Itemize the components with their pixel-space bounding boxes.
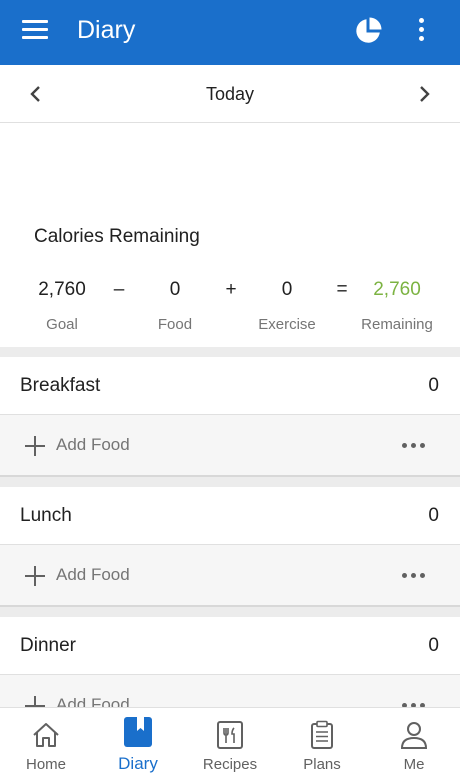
calories-summary: Calories Remaining 2,760 Goal – 0 Food +… bbox=[0, 123, 460, 347]
calories-remaining-heading: Calories Remaining bbox=[34, 226, 200, 247]
nav-label: Home bbox=[25, 756, 66, 773]
recipes-icon bbox=[217, 721, 243, 749]
bottom-navigation: Home Diary Recipes Plans Me bbox=[0, 707, 460, 781]
nav-label: Recipes bbox=[202, 756, 258, 773]
more-horiz-icon[interactable] bbox=[402, 443, 426, 449]
app-bar: Diary bbox=[0, 0, 460, 65]
meal-name: Breakfast bbox=[20, 375, 101, 396]
meal-name: Dinner bbox=[20, 635, 76, 656]
add-food-label: Add Food bbox=[56, 565, 130, 584]
nav-tab-plans[interactable]: Plans bbox=[276, 708, 368, 781]
nav-label: Plans bbox=[303, 756, 341, 773]
more-horiz-icon[interactable] bbox=[402, 573, 426, 579]
nav-tab-me[interactable]: Me bbox=[368, 708, 460, 781]
plus-icon bbox=[25, 436, 45, 456]
current-date[interactable]: Today bbox=[0, 84, 460, 105]
remaining-label: Remaining bbox=[361, 316, 433, 333]
add-food-button[interactable]: Add Food bbox=[0, 415, 460, 477]
plans-icon bbox=[311, 720, 333, 749]
meal-calories: 0 bbox=[428, 375, 439, 396]
add-food-button[interactable]: Add Food bbox=[0, 675, 460, 707]
more-vert-icon[interactable] bbox=[410, 18, 434, 44]
remaining-value: 2,760 bbox=[373, 279, 421, 300]
add-food-button[interactable]: Add Food bbox=[0, 545, 460, 607]
home-icon bbox=[33, 723, 59, 747]
menu-icon[interactable] bbox=[22, 20, 48, 40]
nav-tab-home[interactable]: Home bbox=[0, 708, 92, 781]
meal-header[interactable]: Breakfast 0 bbox=[0, 357, 460, 415]
meal-section-breakfast: Breakfast 0 Add Food bbox=[0, 357, 460, 477]
meal-calories: 0 bbox=[428, 635, 439, 656]
meal-section-lunch: Lunch 0 Add Food bbox=[0, 487, 460, 607]
person-icon bbox=[400, 722, 428, 749]
meal-calories: 0 bbox=[428, 505, 439, 526]
meal-section-dinner: Dinner 0 Add Food bbox=[0, 617, 460, 707]
exercise-value: 0 bbox=[281, 279, 293, 300]
add-food-label: Add Food bbox=[56, 695, 130, 707]
date-navigator: Today bbox=[0, 65, 460, 123]
pie-chart-icon[interactable] bbox=[354, 17, 382, 45]
exercise-label: Exercise bbox=[258, 316, 316, 333]
plus-icon bbox=[25, 696, 45, 707]
page-title: Diary bbox=[77, 16, 136, 44]
add-food-label: Add Food bbox=[56, 435, 130, 454]
diary-icon bbox=[124, 717, 152, 747]
chevron-right-icon[interactable] bbox=[412, 82, 436, 106]
food-label: Food bbox=[157, 316, 193, 333]
plus-icon bbox=[25, 566, 45, 586]
meal-header[interactable]: Lunch 0 bbox=[0, 487, 460, 545]
nav-tab-diary[interactable]: Diary bbox=[92, 708, 184, 781]
nav-label: Me bbox=[403, 756, 425, 773]
nav-tab-recipes[interactable]: Recipes bbox=[184, 708, 276, 781]
food-value: 0 bbox=[169, 279, 181, 300]
goal-label: Goal bbox=[46, 316, 78, 333]
nav-label: Diary bbox=[118, 754, 158, 773]
meal-header[interactable]: Dinner 0 bbox=[0, 617, 460, 675]
meal-name: Lunch bbox=[20, 505, 72, 526]
goal-value: 2,760 bbox=[38, 279, 86, 300]
